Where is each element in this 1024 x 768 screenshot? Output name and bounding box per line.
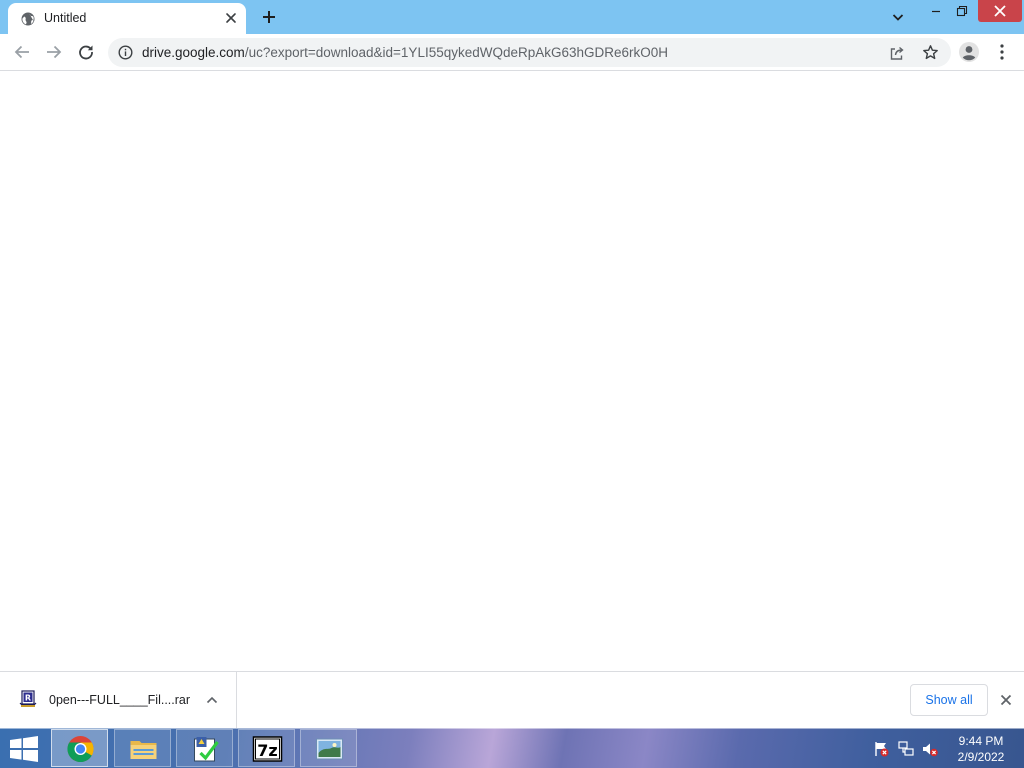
svg-text:R: R [25, 694, 31, 703]
file-explorer-icon [130, 741, 157, 759]
profile-avatar-icon[interactable] [958, 41, 980, 63]
close-icon[interactable] [224, 11, 238, 25]
windows-start-icon[interactable] [8, 735, 40, 763]
kebab-menu-icon[interactable] [994, 43, 1010, 61]
tab-title: Untitled [44, 11, 87, 25]
action-center-flag-icon[interactable] [873, 741, 889, 757]
network-icon[interactable] [898, 741, 914, 757]
new-tab-plus-icon[interactable] [261, 9, 277, 25]
browser-toolbar: drive.google.com/uc?export=download&id=1… [0, 34, 1024, 71]
window-close-button[interactable] [978, 0, 1022, 22]
close-shelf-icon[interactable] [999, 693, 1013, 707]
restore-icon [956, 5, 968, 17]
minimize-button[interactable] [924, 0, 948, 22]
taskbar-app-checklist[interactable] [176, 729, 233, 767]
clock-time: 9:44 PM [958, 734, 1004, 748]
windows-taskbar: 7z 9:44 PM 2/9/2022 [0, 728, 1024, 768]
url-host: drive.google.com [142, 45, 245, 60]
download-shelf: R 0pen---FULL____Fil....rar Show all [0, 671, 1024, 728]
chrome-icon [67, 736, 94, 763]
globe-icon [21, 12, 35, 26]
bookmark-star-icon[interactable] [922, 44, 939, 61]
site-info-icon[interactable] [118, 45, 133, 60]
url-text[interactable]: drive.google.com/uc?export=download&id=1… [142, 45, 668, 60]
tab-search-chevron-down-icon[interactable] [891, 10, 905, 24]
taskbar-app-file-explorer[interactable] [114, 729, 171, 767]
taskbar-app-chrome[interactable] [51, 729, 108, 767]
minimize-icon [932, 10, 940, 13]
share-icon[interactable] [889, 45, 905, 61]
tab-strip: Untitled [0, 0, 1024, 34]
7zip-icon-label: 7z [257, 741, 277, 760]
restore-button[interactable] [950, 0, 974, 22]
download-item[interactable]: R 0pen---FULL____Fil....rar [0, 672, 237, 728]
chevron-up-icon[interactable] [205, 694, 219, 706]
tab-untitled[interactable]: Untitled [8, 3, 246, 34]
volume-muted-icon[interactable] [922, 741, 938, 757]
download-file-name: 0pen---FULL____Fil....rar [49, 693, 191, 707]
window-close-icon [994, 5, 1006, 17]
checklist-app-icon [194, 737, 219, 762]
page-content [0, 71, 1024, 671]
show-all-button[interactable]: Show all [910, 684, 988, 716]
forward-arrow-icon[interactable] [45, 43, 63, 61]
taskbar-app-7zip[interactable]: 7z [238, 729, 295, 767]
address-bar[interactable]: drive.google.com/uc?export=download&id=1… [108, 38, 951, 67]
url-path: /uc?export=download&id=1YLI55qykedWQdeRp… [244, 45, 669, 60]
reload-icon[interactable] [77, 43, 95, 61]
winrar-archive-icon: R [19, 690, 37, 707]
clock-date: 2/9/2022 [957, 750, 1005, 764]
taskbar-app-photo-viewer[interactable] [300, 729, 357, 767]
7zip-icon: 7z [252, 736, 283, 762]
photo-viewer-icon [316, 738, 343, 760]
system-clock[interactable]: 9:44 PM 2/9/2022 [946, 733, 1016, 765]
back-arrow-icon[interactable] [13, 43, 31, 61]
